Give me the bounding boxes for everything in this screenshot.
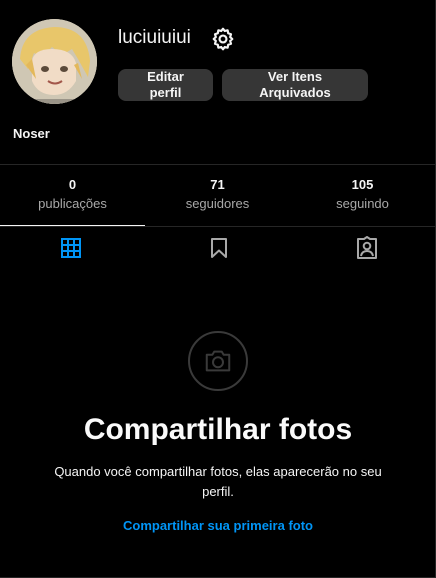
view-archive-button[interactable]: Ver Itens Arquivados (222, 69, 368, 101)
tab-tagged[interactable] (355, 236, 379, 260)
profile-display-name: Noser (13, 126, 50, 141)
profile-avatar[interactable] (12, 19, 97, 104)
stat-posts-label: publicações (38, 196, 107, 211)
avatar-illustration (12, 19, 97, 104)
active-tab-indicator (0, 225, 145, 226)
empty-state-description-line2: perfil. (202, 484, 234, 499)
username[interactable]: luciuiuiui (118, 27, 191, 49)
stat-posts[interactable]: 0 publicações (0, 176, 145, 214)
empty-state-title: Compartilhar fotos (83, 413, 353, 446)
stat-posts-count: 0 (68, 177, 77, 192)
empty-state-description-line1: Quando você compartilhar fotos, elas apa… (54, 464, 382, 479)
view-archive-label-line1: Ver Itens (267, 69, 323, 84)
divider-tabs (0, 226, 435, 227)
stat-followers[interactable]: 71 seguidores (145, 176, 290, 214)
camera-icon (205, 350, 231, 372)
stat-followers-label: seguidores (185, 196, 250, 211)
camera-icon-circle (188, 331, 248, 391)
stat-following[interactable]: 105 seguindo (290, 176, 435, 214)
edit-profile-label-line2: perfil (149, 85, 182, 100)
gear-icon[interactable] (210, 26, 236, 52)
edit-profile-button[interactable]: Editar perfil (118, 69, 213, 101)
empty-state-description: Quando você compartilhar fotos, elas apa… (30, 462, 406, 502)
stat-following-count: 105 (351, 177, 374, 192)
bookmark-icon (211, 238, 227, 258)
stat-following-label: seguindo (336, 196, 389, 211)
view-archive-label-line2: Arquivados (259, 85, 331, 100)
tab-posts[interactable] (59, 236, 83, 260)
tagged-user-icon (357, 236, 377, 259)
stat-followers-count: 71 (210, 177, 225, 192)
tab-saved[interactable] (207, 236, 231, 260)
grid-icon (61, 238, 81, 258)
edit-profile-label-line1: Editar (147, 69, 184, 84)
share-first-photo-link[interactable]: Compartilhar sua primeira foto (0, 518, 436, 533)
divider-top (0, 164, 435, 165)
